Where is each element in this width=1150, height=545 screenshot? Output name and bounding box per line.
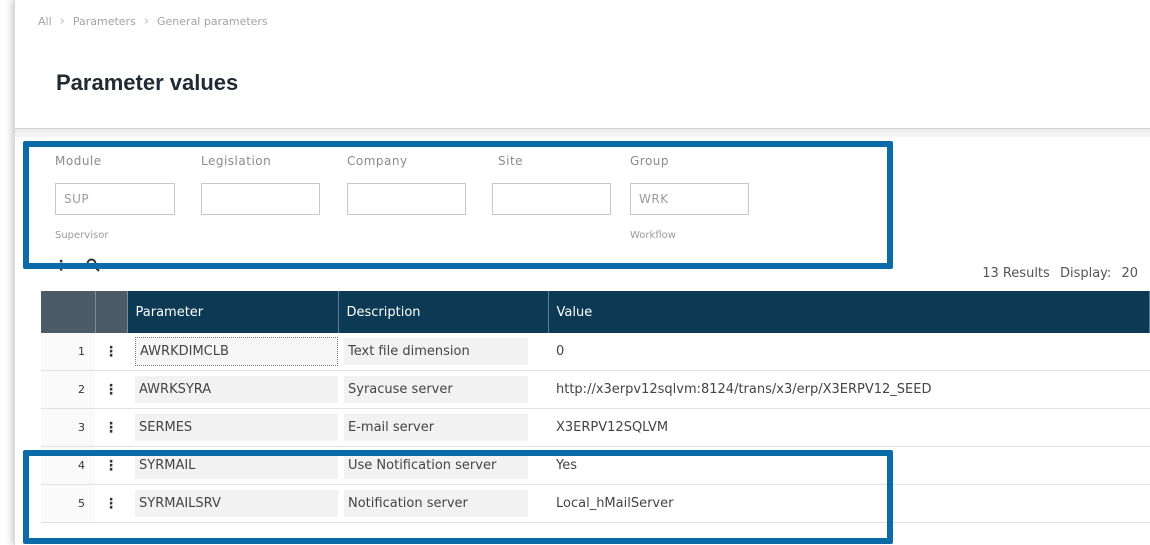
description-value: E-mail server: [344, 414, 528, 441]
parameter-value: SYRMAILSRV: [135, 490, 338, 517]
parameter-cell[interactable]: AWRKSYRA: [127, 370, 338, 409]
parameter-value: AWRKSYRA: [135, 376, 338, 403]
filter-label: Module: [55, 154, 102, 168]
parameter-cell[interactable]: AWRKDIMCLB: [127, 333, 338, 371]
results-summary: 13 Results Display: 20: [976, 266, 1138, 281]
table-row[interactable]: 2 ⋮ AWRKSYRA Syracuse server http://x3er…: [41, 370, 1150, 409]
description-cell: Use Notification server: [338, 446, 548, 485]
value-cell[interactable]: Yes: [548, 446, 1150, 485]
table-row[interactable]: 1 ⋮ AWRKDIMCLB Text file dimension 0: [41, 333, 1150, 371]
parameter-cell[interactable]: SYRMAIL: [127, 446, 338, 485]
display-value[interactable]: 20: [1121, 266, 1138, 281]
table-row[interactable]: 4 ⋮ SYRMAIL Use Notification server Yes: [41, 446, 1150, 485]
row-number: 5: [41, 484, 95, 523]
parameter-value: SERMES: [135, 414, 338, 441]
row-menu-icon[interactable]: ⋮: [95, 408, 127, 447]
row-number-header: [41, 291, 96, 333]
results-count: 13 Results: [982, 266, 1050, 281]
chevron-right-icon: ›: [143, 14, 150, 29]
search-icon[interactable]: [86, 258, 100, 276]
page-title: Parameter values: [56, 70, 239, 95]
description-cell: Text file dimension: [338, 333, 548, 371]
parameter-value: SYRMAIL: [135, 452, 338, 479]
table-header-row: Parameter Description Value: [41, 291, 1150, 333]
parameter-value: AWRKDIMCLB: [135, 337, 338, 366]
description-cell: Notification server: [338, 484, 548, 523]
header-divider: [15, 128, 1150, 137]
filter-site: Site: [492, 154, 611, 215]
row-menu-header: [95, 291, 128, 333]
filter-label: Group: [630, 154, 670, 168]
filter-legislation: Legislation: [201, 154, 320, 215]
row-number: 3: [41, 408, 95, 447]
breadcrumb-all[interactable]: All: [38, 15, 52, 28]
column-header-description[interactable]: Description: [338, 291, 549, 333]
grid-toolbar: ⋮: [54, 258, 100, 276]
row-number: 1: [41, 333, 95, 371]
parameter-cell[interactable]: SERMES: [127, 408, 338, 447]
chevron-right-icon: ›: [59, 14, 65, 29]
description-value: Text file dimension: [344, 338, 528, 365]
legislation-input[interactable]: [201, 183, 320, 215]
row-menu-icon[interactable]: ⋮: [95, 333, 127, 371]
column-header-value[interactable]: Value: [548, 291, 1150, 333]
filter-label: Site: [498, 154, 524, 168]
filter-company: Company: [347, 154, 466, 215]
parameter-table: Parameter Description Value 1 ⋮ AWRKDIMC…: [41, 291, 1150, 523]
description-cell: Syracuse server: [338, 370, 548, 409]
row-menu-icon[interactable]: ⋮: [95, 446, 127, 485]
table-row[interactable]: 5 ⋮ SYRMAILSRV Notification server Local…: [41, 484, 1150, 523]
row-menu-icon[interactable]: ⋮: [95, 370, 127, 409]
description-value: Use Notification server: [344, 452, 528, 479]
company-input[interactable]: [347, 183, 466, 215]
filter-label: Company: [347, 154, 408, 168]
column-header-parameter[interactable]: Parameter: [127, 291, 339, 333]
value-cell[interactable]: X3ERPV12SQLVM: [548, 408, 1150, 447]
breadcrumb-general-parameters[interactable]: General parameters: [157, 15, 268, 28]
table-row[interactable]: 3 ⋮ SERMES E-mail server X3ERPV12SQLVM: [41, 408, 1150, 447]
more-options-icon[interactable]: ⋮: [54, 258, 68, 276]
description-cell: E-mail server: [338, 408, 548, 447]
module-input[interactable]: SUP: [55, 183, 175, 215]
breadcrumb: All › Parameters › General parameters: [38, 14, 268, 29]
value-cell[interactable]: http://x3erpv12sqlvm:8124/trans/x3/erp/X…: [548, 370, 1150, 409]
filter-label: Legislation: [201, 154, 272, 168]
filter-module: Module SUP Supervisor: [55, 154, 175, 241]
module-description: Supervisor: [55, 230, 109, 241]
group-input[interactable]: WRK: [630, 183, 749, 215]
group-description: Workflow: [630, 230, 676, 241]
parameter-cell[interactable]: SYRMAILSRV: [127, 484, 338, 523]
value-cell[interactable]: 0: [548, 333, 1150, 371]
row-number: 4: [41, 446, 95, 485]
description-value: Syracuse server: [344, 376, 528, 403]
site-input[interactable]: [492, 183, 611, 215]
display-label: Display:: [1059, 266, 1112, 281]
row-menu-icon[interactable]: ⋮: [95, 484, 127, 523]
description-value: Notification server: [344, 490, 528, 517]
breadcrumb-parameters[interactable]: Parameters: [73, 15, 136, 28]
value-cell[interactable]: Local_hMailServer: [548, 484, 1150, 523]
filter-group: Group WRK Workflow: [630, 154, 749, 241]
row-number: 2: [41, 370, 95, 409]
